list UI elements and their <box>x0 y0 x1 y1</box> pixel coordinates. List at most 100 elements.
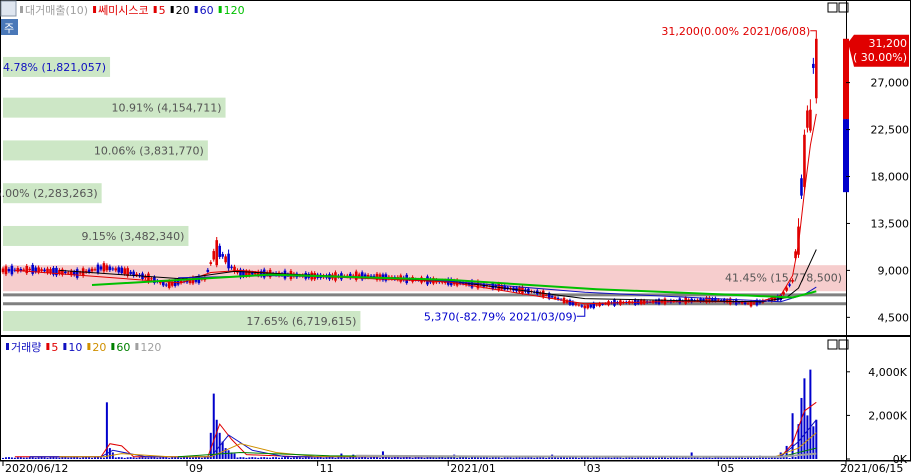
volume-bar <box>355 457 358 459</box>
candle-body <box>589 304 593 308</box>
candle-body <box>803 134 806 187</box>
volume-bar <box>19 457 22 459</box>
volume-bar <box>441 457 444 459</box>
candle-body <box>40 269 43 272</box>
volume-bar <box>465 457 468 459</box>
volume-bar <box>420 457 423 459</box>
volume-bar <box>438 457 441 459</box>
current-price-change: ( 30.00%) <box>853 51 907 64</box>
volume-bar <box>135 457 138 459</box>
volume-bar <box>646 457 649 459</box>
x-tick-label: 11 <box>320 462 334 475</box>
volume-bar <box>99 457 102 459</box>
legend-swatch <box>218 6 222 13</box>
volume-bar <box>150 457 153 459</box>
candle-body <box>806 110 809 128</box>
candle-body <box>752 302 756 304</box>
volume-ma-5-line <box>14 401 817 458</box>
volume-bar <box>408 457 411 459</box>
candle-body <box>583 305 587 309</box>
volume-legend-swatch <box>46 343 50 350</box>
volume-bar <box>509 457 512 459</box>
volume-bar <box>186 457 189 459</box>
annotation-low: 5,370(-82.79% 2021/03/09) <box>424 310 577 323</box>
candle-body <box>215 240 219 266</box>
volume-bar <box>94 457 97 459</box>
volume-bar <box>153 457 156 459</box>
candle-body <box>800 178 803 196</box>
volume-bar <box>364 457 367 459</box>
volume-bar <box>720 457 723 459</box>
volume-bar <box>370 457 373 459</box>
volume-bar <box>58 457 61 459</box>
volume-bar <box>334 457 337 459</box>
volume-bar <box>376 457 379 459</box>
x-tick-label: 05 <box>720 462 734 475</box>
volume-bar <box>358 457 361 459</box>
volume-bar <box>479 457 482 459</box>
volume-bar <box>545 457 548 459</box>
candle-body <box>717 299 720 301</box>
volume-bar <box>776 457 779 459</box>
volume-legend-swatch <box>87 343 91 350</box>
volume-bar <box>138 457 141 459</box>
candle-body <box>809 109 812 131</box>
candle-body <box>230 266 233 268</box>
candle-body <box>221 254 224 257</box>
volume-bar <box>399 457 402 459</box>
volume-ma-120-line <box>356 452 817 458</box>
volume-bar <box>367 457 370 459</box>
candle-body <box>574 303 578 306</box>
volume-bar <box>589 457 592 459</box>
stock-chart: 대거매출(10) 쎄미시스코 5 20 60 120 주 4.78% (1,821,057) 1… <box>0 0 911 475</box>
volume-legend-swatch <box>111 343 115 350</box>
volume-bar <box>378 457 381 459</box>
volume-bar <box>37 457 40 459</box>
volume-bar <box>634 457 637 459</box>
volume-bar <box>476 457 479 459</box>
annotation-high-pointer <box>810 30 817 39</box>
volume-bar <box>79 457 82 459</box>
volume-bar <box>794 457 797 459</box>
volume-bar <box>292 457 295 459</box>
volume-bar <box>601 457 604 459</box>
volume-bar <box>221 441 224 459</box>
volume-bar <box>289 457 292 459</box>
volume-bar <box>43 457 46 459</box>
last-bar-up <box>843 38 849 120</box>
last-bar-down <box>843 119 849 193</box>
menu-toggle-icon <box>0 0 17 17</box>
volume-bar <box>266 457 269 459</box>
volume-bar <box>316 457 319 459</box>
legend-swatch <box>20 6 23 13</box>
volume-bar <box>373 457 376 459</box>
volume-profile-label: 6.00% (2,283,263) <box>0 187 98 200</box>
volume-bar <box>212 393 215 459</box>
candle-body <box>120 267 124 274</box>
candle-body <box>34 267 37 272</box>
volume-bar <box>723 457 726 459</box>
volume-bar <box>73 457 76 459</box>
volume-bar <box>227 450 230 459</box>
volume-bar <box>470 457 473 459</box>
candle-body <box>595 304 598 306</box>
volume-bar <box>530 457 533 459</box>
candle-body <box>135 273 138 276</box>
annotation-low-pointer <box>576 308 586 317</box>
volume-bar <box>251 457 254 459</box>
volume-bar <box>643 457 646 459</box>
candle-body <box>102 263 106 272</box>
volume-bar <box>322 457 325 459</box>
volume-bar <box>7 457 10 459</box>
candle-body <box>577 304 581 306</box>
volume-bar <box>165 457 168 459</box>
candle-body <box>105 265 109 271</box>
volume-bar <box>313 457 316 459</box>
volume-bar <box>40 457 43 459</box>
volume-bar <box>52 457 55 459</box>
volume-bar <box>206 457 209 459</box>
volume-bar <box>450 457 453 459</box>
volume-bar <box>542 457 545 459</box>
volume-bar <box>459 457 462 459</box>
volume-bar <box>123 457 126 459</box>
